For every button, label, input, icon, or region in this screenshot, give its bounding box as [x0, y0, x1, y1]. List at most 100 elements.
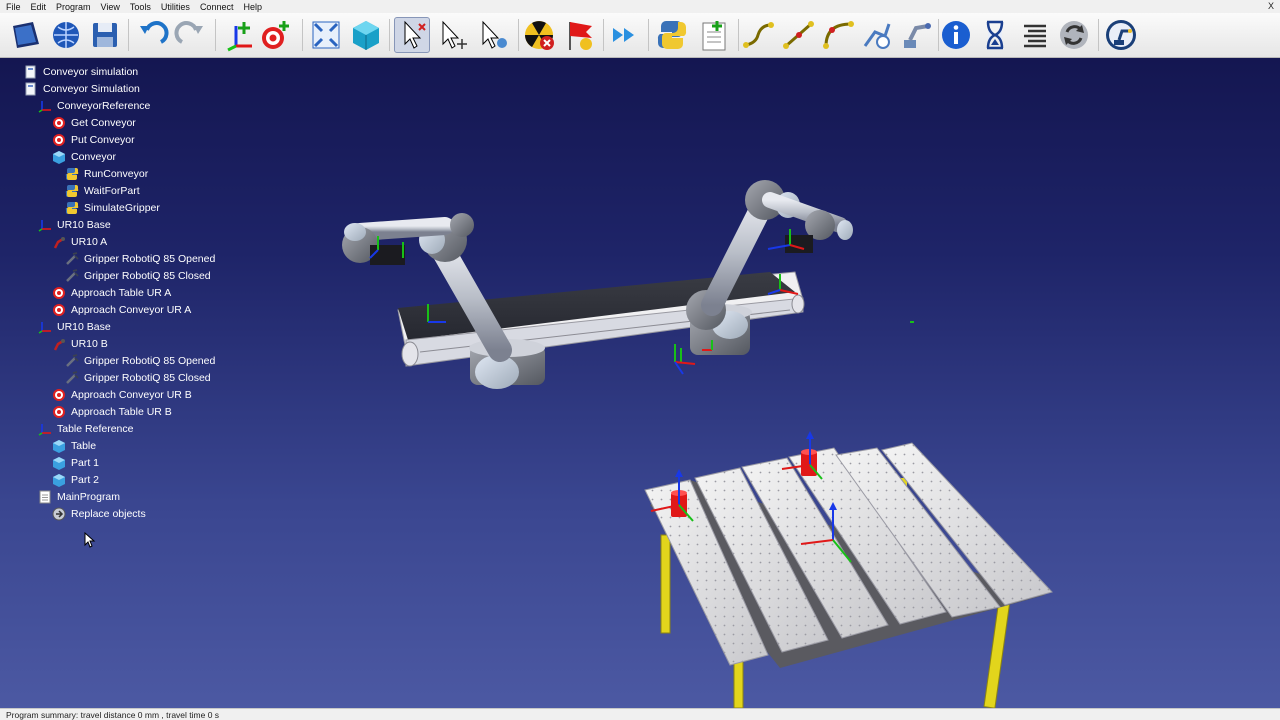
tree-item[interactable]: Put Conveyor — [52, 131, 135, 148]
undo-button[interactable] — [134, 17, 170, 53]
pause-button[interactable] — [977, 17, 1013, 53]
python-script-icon — [657, 21, 687, 49]
tree-item[interactable]: Part 2 — [52, 471, 99, 488]
close-window-button[interactable]: X — [1268, 1, 1274, 11]
menu-program[interactable]: Program — [56, 2, 91, 12]
program-list-button[interactable] — [1017, 17, 1053, 53]
online-library-button[interactable] — [48, 17, 84, 53]
robot-connect-icon — [1106, 20, 1136, 50]
teach-target-icon — [863, 23, 891, 49]
tree-item-label: Approach Table UR A — [71, 286, 172, 299]
reference-frame-icon — [38, 218, 52, 232]
python-script-button[interactable] — [654, 17, 690, 53]
object-icon — [52, 456, 66, 470]
tree-item-label: UR10 Base — [57, 320, 111, 333]
info-icon — [942, 21, 970, 49]
tree-item[interactable]: Approach Conveyor UR A — [52, 301, 191, 318]
tree-item[interactable]: UR10 B — [52, 335, 108, 352]
save-button[interactable] — [87, 17, 123, 53]
tree-item[interactable]: UR10 A — [52, 233, 107, 250]
info-button[interactable] — [938, 17, 974, 53]
tree-item-label: UR10 A — [71, 235, 108, 248]
select-robot-button[interactable] — [474, 17, 510, 53]
toolbar-separator — [938, 19, 939, 51]
tree-item[interactable]: Gripper RobotiQ 85 Opened — [65, 352, 215, 369]
toolbar-separator — [128, 19, 129, 51]
toolbar-separator — [215, 19, 216, 51]
tree-item[interactable]: Approach Conveyor UR B — [52, 386, 192, 403]
tree-item[interactable]: Part 1 — [52, 454, 99, 471]
python-icon — [65, 201, 79, 215]
tree-item-label: Approach Conveyor UR A — [71, 303, 192, 316]
open-station-button[interactable] — [8, 17, 44, 53]
select-button[interactable] — [394, 17, 430, 53]
tree-item[interactable]: Replace objects — [52, 505, 146, 522]
tree-item-label: Get Conveyor — [71, 116, 136, 129]
menu-file[interactable]: File — [6, 2, 21, 12]
tree-item[interactable]: SimulateGripper — [65, 199, 160, 216]
save-icon — [93, 23, 117, 47]
target-icon — [52, 405, 66, 419]
tree-item-label: Approach Conveyor UR B — [71, 388, 192, 401]
subprogram-call-icon — [52, 507, 66, 521]
menu-tools[interactable]: Tools — [130, 2, 151, 12]
tree-item-label: Part 1 — [71, 456, 100, 469]
menu-connect[interactable]: Connect — [200, 2, 234, 12]
tree-item[interactable]: ConveyorReference — [38, 97, 150, 114]
stop-flag-button[interactable] — [561, 17, 597, 53]
tree-item[interactable]: Gripper RobotiQ 85 Opened — [65, 250, 215, 267]
collision-check-icon — [525, 21, 554, 50]
robot-machining-button[interactable] — [898, 17, 934, 53]
tree-item[interactable]: RunConveyor — [65, 165, 148, 182]
tree-item-label: UR10 Base — [57, 218, 111, 231]
fit-all-button[interactable] — [308, 17, 344, 53]
add-reference-frame-button[interactable] — [221, 17, 257, 53]
menu-help[interactable]: Help — [243, 2, 262, 12]
redo-button[interactable] — [173, 17, 209, 53]
tree-item[interactable]: Gripper RobotiQ 85 Closed — [65, 267, 211, 284]
station-icon — [24, 82, 38, 96]
sync-button[interactable] — [1056, 17, 1092, 53]
tree-item[interactable]: Approach Table UR A — [52, 284, 171, 301]
tree-item[interactable]: WaitForPart — [65, 182, 140, 199]
gripper-icon — [65, 370, 79, 385]
sync-icon — [1060, 21, 1088, 49]
collision-check-button[interactable] — [521, 17, 557, 53]
tree-item[interactable]: Conveyor Simulation — [24, 80, 140, 97]
gripper-icon — [65, 353, 79, 368]
undo-icon — [140, 21, 169, 44]
reference-frame-icon — [38, 320, 52, 334]
select-multiple-button[interactable] — [434, 17, 470, 53]
joint-move-button[interactable] — [740, 17, 776, 53]
new-program-button[interactable] — [696, 17, 732, 53]
circular-move-button[interactable] — [820, 17, 856, 53]
menu-utilities[interactable]: Utilities — [161, 2, 190, 12]
select-multiple-icon — [442, 20, 467, 49]
tree-item[interactable]: Table — [52, 437, 96, 454]
tree-item[interactable]: Approach Table UR B — [52, 403, 172, 420]
target-icon — [52, 286, 66, 300]
menu-edit[interactable]: Edit — [31, 2, 47, 12]
add-target-button[interactable] — [257, 17, 293, 53]
linear-move-button[interactable] — [780, 17, 816, 53]
add-reference-frame-icon — [227, 22, 252, 52]
teach-target-button[interactable] — [858, 17, 894, 53]
robot-connect-button[interactable] — [1103, 17, 1139, 53]
isometric-view-button[interactable] — [348, 17, 384, 53]
station-tree[interactable]: Conveyor simulation Conveyor Simulation Co… — [0, 60, 330, 660]
tree-item[interactable]: Get Conveyor — [52, 114, 136, 131]
tree-item[interactable]: UR10 Base — [38, 318, 111, 335]
tree-item-label: Gripper RobotiQ 85 Closed — [84, 371, 211, 384]
toolbar-separator — [389, 19, 390, 51]
tree-item[interactable]: UR10 Base — [38, 216, 111, 233]
tree-item[interactable]: Table Reference — [38, 420, 133, 437]
table-model[interactable] — [644, 442, 1053, 709]
robot-ur10-b[interactable] — [686, 180, 853, 355]
tree-item[interactable]: Conveyor — [52, 148, 116, 165]
menu-view[interactable]: View — [101, 2, 120, 12]
fast-simulation-button[interactable] — [606, 17, 642, 53]
tree-item[interactable]: MainProgram — [38, 488, 120, 505]
tree-item[interactable]: Gripper RobotiQ 85 Closed — [65, 369, 211, 386]
tree-item[interactable]: Conveyor simulation — [24, 63, 138, 80]
toolbar-separator — [603, 19, 604, 51]
